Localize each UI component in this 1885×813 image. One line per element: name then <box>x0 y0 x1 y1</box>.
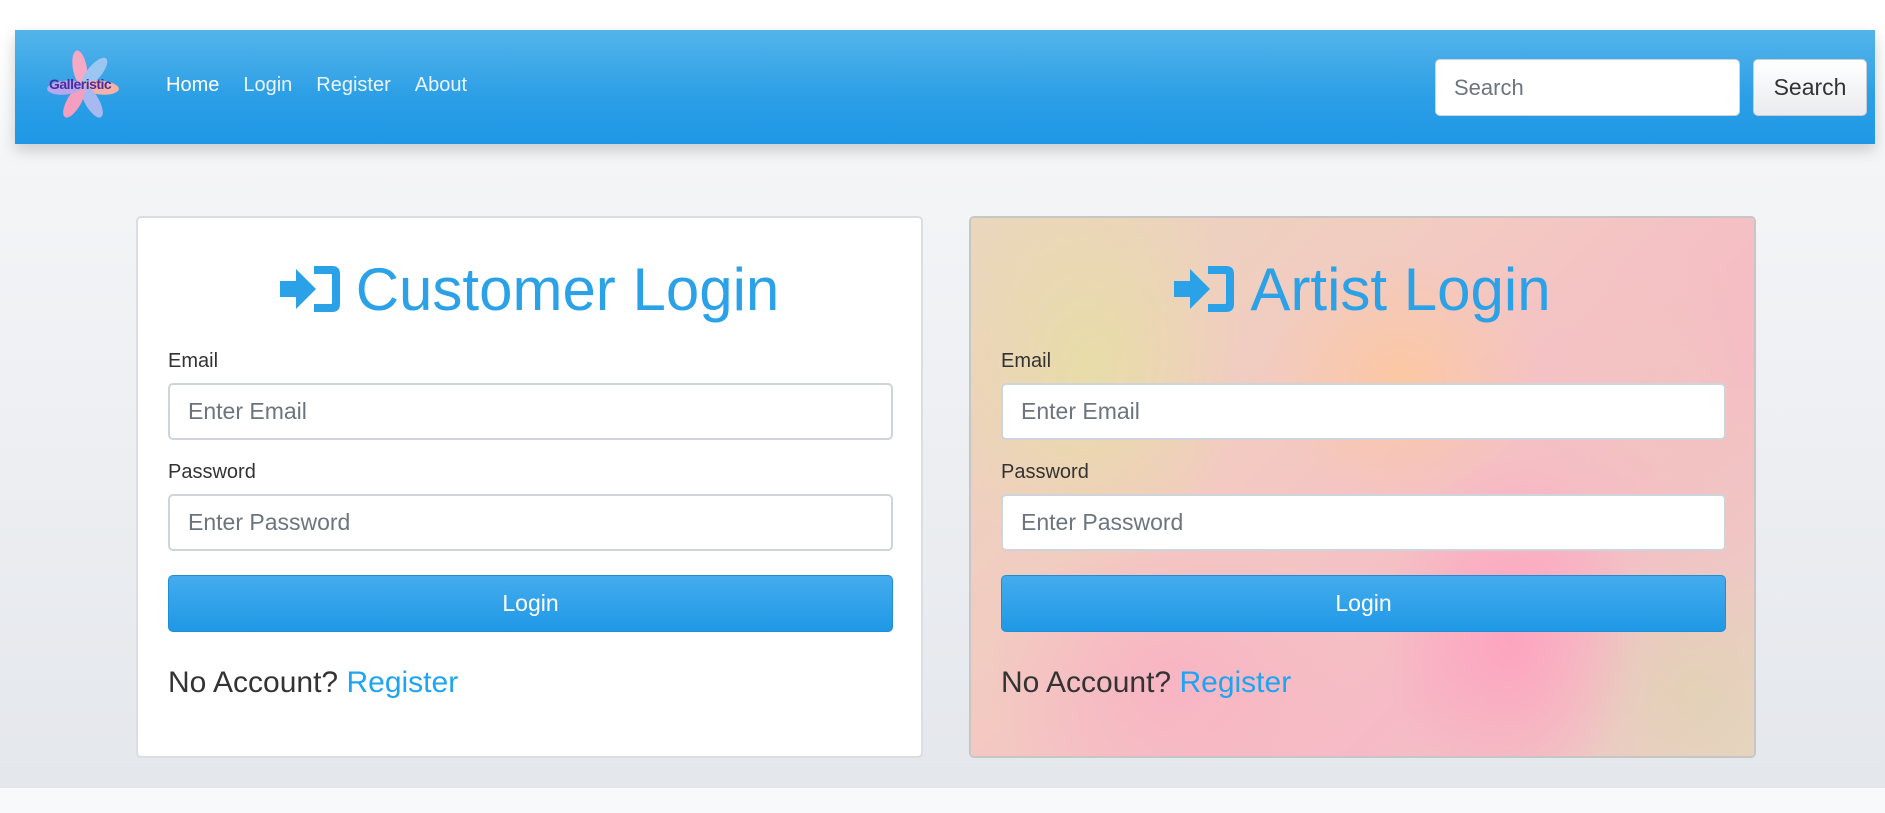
artist-password-label: Password <box>1001 461 1089 483</box>
customer-password-field[interactable] <box>168 494 893 551</box>
customer-password-label: Password <box>168 461 256 483</box>
logo-text: Galleristic <box>49 76 112 92</box>
customer-no-account-text: No Account? <box>168 666 339 699</box>
nav-about-link[interactable]: About <box>415 74 467 97</box>
customer-login-button[interactable]: Login <box>168 575 893 632</box>
artist-password-field[interactable] <box>1001 494 1726 551</box>
customer-login-card: Customer Login Email Password Login No A… <box>136 216 923 758</box>
customer-email-label: Email <box>168 350 219 372</box>
nav-home-link[interactable]: Home <box>166 74 219 97</box>
nav-register-link[interactable]: Register <box>316 74 390 97</box>
artist-no-account-text: No Account? <box>1001 666 1172 699</box>
navbar: Galleristic Home Login Register About Se… <box>15 30 1875 144</box>
nav-login-link[interactable]: Login <box>243 74 292 97</box>
artist-login-title: Artist Login <box>1001 252 1724 326</box>
artist-register-link[interactable]: Register <box>1179 666 1291 699</box>
artist-email-field[interactable] <box>1001 383 1726 440</box>
brand-logo[interactable]: Galleristic <box>45 50 121 122</box>
artist-login-card: Artist Login Email Password Login No Acc… <box>969 216 1756 758</box>
customer-register-link[interactable]: Register <box>346 666 458 699</box>
artist-email-label: Email <box>1001 350 1052 372</box>
customer-email-field[interactable] <box>168 383 893 440</box>
search-button[interactable]: Search <box>1753 59 1867 116</box>
nav-links: Home Login Register About <box>166 74 491 97</box>
page: Galleristic Home Login Register About Se… <box>0 0 1885 788</box>
customer-login-title: Customer Login <box>168 252 891 326</box>
footer-strip <box>0 788 1885 813</box>
artist-login-button[interactable]: Login <box>1001 575 1726 632</box>
customer-no-account: No Account? Register <box>168 666 891 700</box>
search-input[interactable] <box>1435 59 1740 116</box>
sign-in-icon <box>1174 266 1235 312</box>
artist-login-title-text: Artist Login <box>1250 255 1551 323</box>
customer-login-title-text: Customer Login <box>355 255 780 323</box>
sign-in-icon <box>279 266 340 312</box>
artist-no-account: No Account? Register <box>1001 666 1724 700</box>
